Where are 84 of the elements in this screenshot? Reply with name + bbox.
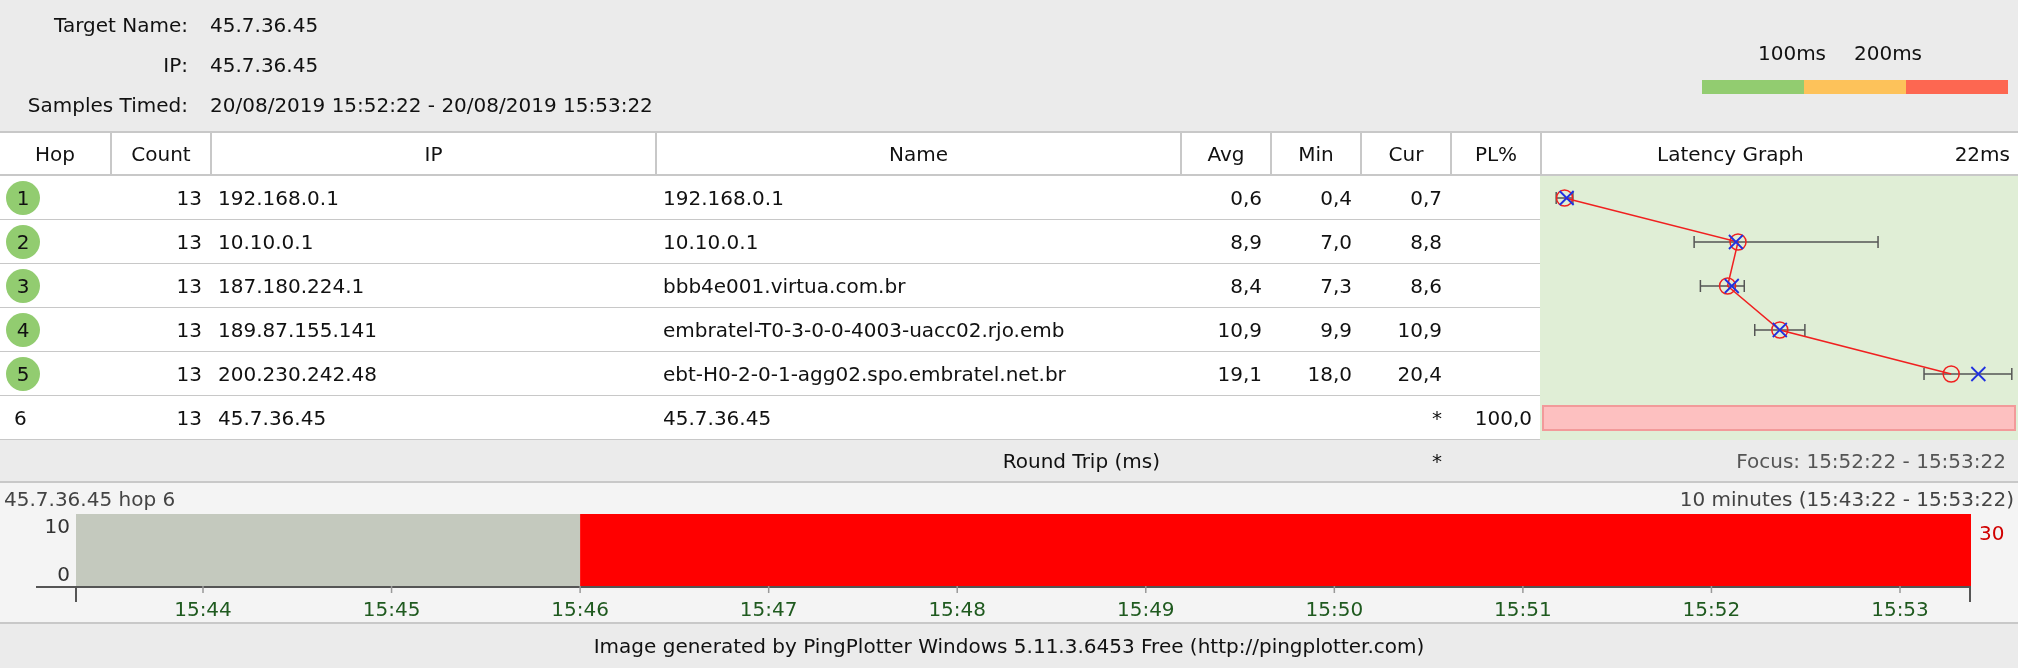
y-axis-max-label: 30 [1979,521,2005,546]
name-cell-text: 192.168.0.1 [663,184,784,212]
time-axis-label: 15:45 [362,596,421,624]
name-cell-text: 10.10.0.1 [663,228,759,256]
time-axis-label: 15:51 [1494,596,1552,624]
time-axis-label: 15:46 [551,596,609,624]
avg-cell-text: 19,1 [1217,360,1262,388]
ip-cell-text: 45.7.36.45 [218,404,327,432]
hop-badge: 1 [6,180,40,215]
count-cell-text: 13 [176,316,202,344]
avg-cell-text: 10,9 [1217,316,1262,344]
summary-label: Target Name: [53,11,189,39]
ip-cell-text: 200.230.242.48 [218,360,378,388]
column-header[interactable]: Avg [1180,133,1270,176]
history-range: 10 minutes (15:43:22 - 15:53:22) [1679,486,2014,514]
count-cell-text: 13 [176,228,202,256]
cur-cell-text: 8,8 [1410,228,1442,256]
ip-cell-text: 10.10.0.1 [218,228,314,256]
hop-badge: 3 [6,268,40,303]
summary-label: IP: [162,51,189,79]
name-cell-text: ebt-H0-2-0-1-agg02.spo.embratel.net.br [663,360,1066,388]
column-header[interactable]: Min [1270,133,1360,176]
time-axis-label: 15:44 [174,596,232,624]
latency-marker [1771,321,1789,339]
name-cell-text: bbb4e001.virtua.com.br [663,272,906,300]
error-bar [1699,279,1746,293]
hop-number: 6 [13,404,27,432]
column-header[interactable]: Count [110,133,210,176]
time-axis-label: 15:47 [739,596,798,624]
min-cell-text: 18,0 [1307,360,1352,388]
ip-cell-text: 189.87.155.141 [218,316,378,344]
time-axis-label: 15:53 [1871,596,1929,624]
y-axis-label: 10 [44,516,70,537]
count-cell-text: 13 [176,184,202,212]
focus-range: Focus: 15:52:22 - 15:53:22 [1736,447,2006,475]
summary-label: Samples Timed: [26,91,189,119]
y-axis-label: 0 [57,564,70,585]
count-cell-text: 13 [176,272,202,300]
avg-cell-text: 8,9 [1230,228,1262,256]
min-cell-text: 7,3 [1320,272,1352,300]
footer-text: Image generated by PingPlotter Windows 5.11.3.6453 Free (http://pingplotter.com) [593,633,1425,660]
name-cell-text: 45.7.36.45 [663,404,772,432]
column-header[interactable]: Latency Graph [1657,138,1804,169]
avg-cell-text: 0,6 [1230,184,1262,212]
legend-label: 200ms [1853,40,1923,67]
summary-value: 45.7.36.45 [210,51,319,79]
time-axis-label: 15:52 [1682,596,1741,624]
round-trip-cur: * [1432,447,1442,475]
min-cell-text: 7,0 [1320,228,1352,256]
error-bar [1754,323,1806,337]
legend-label: 100ms [1757,40,1827,67]
min-cell-text: 9,9 [1320,316,1352,344]
summary-value: 20/08/2019 15:52:22 - 20/08/2019 15:53:22 [210,91,653,119]
cur-cell-text: 8,6 [1410,272,1442,300]
column-header[interactable]: IP [210,133,655,176]
avg-cell-text: 8,4 [1230,272,1262,300]
time-axis-label: 15:48 [928,596,987,624]
hop-badge: 4 [6,312,40,347]
ip-cell-text: 192.168.0.1 [218,184,339,212]
latency-marker [1942,365,1987,383]
count-cell-text: 13 [176,404,202,432]
cur-cell-text: 0,7 [1410,184,1442,212]
min-cell-text: 0,4 [1320,184,1352,212]
hop-badge: 5 [6,356,40,391]
cur-cell-text: 10,9 [1397,316,1442,344]
hop-badge: 2 [6,224,40,259]
time-axis-label: 15:50 [1305,596,1364,624]
summary-value: 45.7.36.45 [210,11,319,39]
latency-marker [1728,233,1747,251]
column-header[interactable]: Hop [0,133,110,176]
cur-cell-text: * [1432,404,1442,432]
graph-scale: 22ms [1954,140,2010,168]
column-header[interactable]: Cur [1360,133,1450,176]
column-header[interactable]: PL% [1450,133,1540,176]
count-cell-text: 13 [176,360,202,388]
cur-cell-text: 20,4 [1397,360,1442,388]
latency-marker [1718,277,1740,295]
round-trip-label: Round Trip (ms) [1002,447,1160,475]
history-title: 45.7.36.45 hop 6 [4,486,176,514]
packet-loss-cell-text: 100,0 [1474,404,1532,432]
name-cell-text: embratel-T0-3-0-0-4003-uacc02.rjo.emb [663,316,1065,344]
ip-cell-text: 187.180.224.1 [218,272,365,300]
time-axis-label: 15:49 [1116,596,1175,624]
column-header[interactable]: Name [655,133,1180,176]
